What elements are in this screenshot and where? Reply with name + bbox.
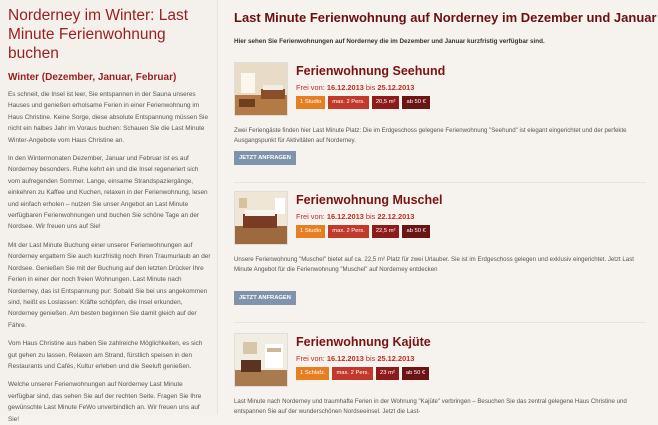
feature-badges: 1 Studio max. 2 Pers. 20,5 m² ab 50 €: [296, 96, 430, 109]
sidebar-paragraph: Mit der Last Minute Buchung einer unsere…: [8, 241, 211, 329]
intro-text: Hier sehen Sie Ferienwohnungen auf Norde…: [234, 38, 545, 45]
apartment-title[interactable]: Ferienwohnung Seehund: [296, 64, 445, 78]
sidebar-paragraph: Welche unserer Ferienwohnungen auf Norde…: [8, 381, 202, 423]
inquire-button[interactable]: JETZT ANFRAGEN: [234, 291, 296, 305]
price-badge: ab 50 €: [401, 367, 430, 380]
apartment-card-seehund: Ferienwohnung Seehund Frei von: 16.12.20…: [234, 62, 654, 172]
availability-dates: Frei von: 16.12.2013 bis 22.12.2013: [296, 212, 415, 221]
apartment-photo[interactable]: [234, 333, 288, 387]
price-badge: ab 50 €: [402, 96, 430, 109]
persons-badge: max. 2 Pers.: [328, 96, 369, 109]
persons-badge: max. 2 Pers.: [328, 225, 369, 238]
size-badge: 23 m²: [376, 367, 399, 380]
apartment-description: Zwei Feriengäste finden hier Last Minute…: [234, 127, 627, 145]
rooms-badge: 1 Studio: [296, 96, 326, 109]
availability-dates: Frei von: 16.12.2013 bis 25.12.2013: [296, 83, 415, 92]
feature-badges: 1 Schlafz. max. 2 Pers. 23 m² ab 50 €: [296, 367, 430, 380]
sidebar-paragraph: In den Wintermonaten Dezember, Januar un…: [8, 155, 208, 231]
size-badge: 20,5 m²: [371, 96, 400, 109]
sidebar-paragraph: Es schneit, die Insel ist leer, Sie ents…: [8, 91, 209, 144]
apartment-photo[interactable]: [234, 191, 288, 245]
availability-dates: Frei von: 16.12.2013 bis 25.12.2013: [296, 354, 415, 363]
apartment-photo[interactable]: [234, 62, 288, 116]
apartment-card-kajuete: Ferienwohnung Kajüte Frei von: 16.12.201…: [234, 333, 654, 415]
sidebar-paragraph: Vom Haus Christine aus haben Sie zahlrei…: [8, 340, 203, 370]
page-title: Last Minute Ferienwohnung auf Norderney …: [234, 10, 657, 25]
sidebar: Norderney im Winter: Last Minute Ferienw…: [0, 0, 218, 423]
size-badge: 22,5 m²: [371, 225, 400, 238]
apartment-title[interactable]: Ferienwohnung Kajüte: [296, 335, 431, 349]
apartment-description: Last Minute nach Norderney und traumhaft…: [234, 398, 627, 416]
rooms-badge: 1 Schlafz.: [296, 367, 330, 380]
inquire-button[interactable]: JETZT ANFRAGEN: [234, 151, 296, 165]
feature-badges: 1 Studio max. 2 Pers. 22,5 m² ab 50 €: [296, 225, 430, 238]
sidebar-subtitle: Winter (Dezember, Januar, Februar): [8, 72, 177, 83]
apartment-title[interactable]: Ferienwohnung Muschel: [296, 193, 443, 207]
divider: [234, 322, 646, 323]
apartment-card-muschel: Ferienwohnung Muschel Frei von: 16.12.20…: [234, 191, 654, 306]
sidebar-title: Norderney im Winter: Last Minute Ferienw…: [8, 7, 189, 62]
persons-badge: max. 2 Pers.: [332, 367, 374, 380]
main-content: Last Minute Ferienwohnung auf Norderney …: [226, 0, 657, 415]
price-badge: ab 50 €: [402, 225, 430, 238]
divider: [234, 182, 646, 183]
apartment-description: Unsere Ferienwohnung "Muschel" bietet au…: [234, 256, 634, 274]
rooms-badge: 1 Studio: [296, 225, 326, 238]
